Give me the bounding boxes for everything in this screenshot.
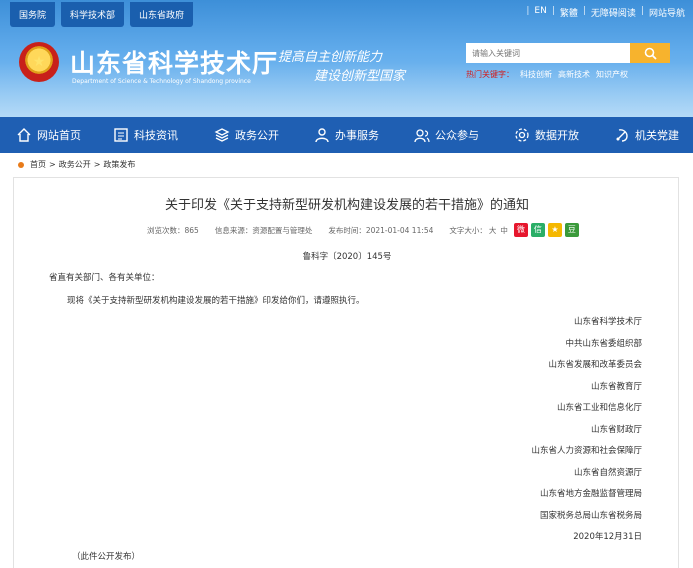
article-body: 现将《关于支持新型研发机构建设发展的若干措施》印发给你们，请遵照执行。 <box>67 296 365 306</box>
qzone-share-icon[interactable]: ★ <box>547 223 562 237</box>
breadcrumb-separator: > <box>93 160 101 169</box>
issuer: 山东省财政厅 <box>590 424 642 435</box>
layers-icon <box>213 127 230 144</box>
nav-item-public[interactable]: 公众参与 <box>413 117 479 153</box>
search-box <box>466 43 670 63</box>
issuer: 山东省自然资源厅 <box>573 467 642 478</box>
weibo-share-icon[interactable]: 微 <box>513 223 528 237</box>
document-number: 鲁科字〔2020〕145号 <box>302 252 392 262</box>
people-icon <box>413 127 430 144</box>
nav-item-party[interactable]: 机关党建 <box>613 117 679 153</box>
national-emblem-icon[interactable]: ★ <box>19 42 59 82</box>
data-icon <box>513 127 530 144</box>
accessibility-link[interactable]: 无障碍阅读 <box>591 6 636 19</box>
hot-keyword[interactable]: 高新技术 <box>558 69 590 80</box>
site-header: 国务院 科学技术部 山东省政府 | EN | 繁體 | 无障碍阅读 | 网站导航… <box>0 0 693 117</box>
hot-keywords: 热门关键字： 科技创新 高新技术 知识产权 <box>466 69 628 80</box>
english-link[interactable]: EN <box>534 6 546 19</box>
search-icon <box>644 47 657 60</box>
issuer: 国家税务总局山东省税务局 <box>539 510 642 521</box>
nav-item-label: 科技资讯 <box>134 129 178 142</box>
main-nav: 网站首页 科技资讯 政务公开 办事服务 公众参与 数据开放 机关党建 <box>0 117 693 153</box>
home-icon <box>15 127 32 144</box>
site-name[interactable]: 山东省科学技术厅 <box>70 44 278 80</box>
nav-item-label: 数据开放 <box>535 129 579 142</box>
publish-note: （此件公开发布） <box>72 552 141 562</box>
issue-date: 2020年12月31日 <box>573 532 642 542</box>
breadcrumb-gov-affairs[interactable]: 政务公开 <box>59 159 91 170</box>
hot-keywords-label: 热门关键字： <box>466 70 514 79</box>
font-size-label: 文字大小： <box>449 225 487 235</box>
views-label: 浏览次数： <box>147 225 185 235</box>
breadcrumb-policy[interactable]: 政策发布 <box>103 159 135 170</box>
share-buttons: 微 信 ★ 豆 <box>513 223 579 237</box>
nav-item-home[interactable]: 网站首页 <box>15 117 81 153</box>
source-info: 信息来源：资源配置与管理处 <box>215 225 313 236</box>
top-links: 国务院 科学技术部 山东省政府 <box>10 2 194 27</box>
font-size-medium-button[interactable]: 中 <box>500 225 508 236</box>
utility-links: | EN | 繁體 | 无障碍阅读 | 网站导航 <box>526 6 685 19</box>
views-count: 865 <box>184 225 199 235</box>
issuer: 山东省地方金融监督管理局 <box>539 489 642 499</box>
user-icon <box>313 127 330 144</box>
time-info: 发布时间：2021-01-04 11:54 <box>328 225 433 236</box>
time-label: 发布时间： <box>328 225 366 235</box>
source-label: 信息来源： <box>214 225 253 235</box>
nav-item-label: 机关党建 <box>635 129 679 142</box>
divider: | <box>640 6 644 16</box>
nav-item-news[interactable]: 科技资讯 <box>112 117 178 153</box>
nav-item-label: 网站首页 <box>37 129 81 142</box>
article-panel: 关于印发《关于支持新型研发机构建设发展的若干措施》的通知 浏览次数：865 信息… <box>13 177 679 568</box>
issuer: 山东省人力资源和社会保障厅 <box>531 446 642 456</box>
source-value: 资源配置与管理处 <box>252 225 313 235</box>
nav-item-gov-affairs[interactable]: 政务公开 <box>213 117 279 153</box>
breadcrumb: 首页 > 政务公开 > 政策发布 <box>18 159 135 170</box>
search-input[interactable] <box>466 43 630 63</box>
nav-item-label: 公众参与 <box>435 129 479 142</box>
wechat-share-icon[interactable]: 信 <box>530 223 545 237</box>
top-link-shandong-gov[interactable]: 山东省政府 <box>130 2 194 27</box>
slogan-line-1: 提高自主创新能力 <box>278 50 383 65</box>
nav-item-open-data[interactable]: 数据开放 <box>513 117 579 153</box>
article-title: 关于印发《关于支持新型研发机构建设发展的若干措施》的通知 <box>164 198 529 213</box>
hot-keyword[interactable]: 知识产权 <box>596 69 628 80</box>
issuer: 山东省发展和改革委员会 <box>548 360 642 370</box>
douban-share-icon[interactable]: 豆 <box>564 223 579 237</box>
nav-item-services[interactable]: 办事服务 <box>313 117 379 153</box>
top-link-state-council[interactable]: 国务院 <box>10 2 56 27</box>
issuer: 中共山东省委组织部 <box>565 338 642 349</box>
search-button[interactable] <box>630 43 670 63</box>
font-size-large-button[interactable]: 大 <box>489 225 497 236</box>
issuer: 山东省教育厅 <box>590 381 642 392</box>
nav-item-label: 办事服务 <box>335 129 379 142</box>
divider: | <box>582 6 586 16</box>
site-name-en: Department of Science & Technology of Sh… <box>72 78 251 85</box>
article-meta: 浏览次数：865 信息来源：资源配置与管理处 发布时间：2021-01-04 1… <box>147 223 595 237</box>
site-map-link[interactable]: 网站导航 <box>649 6 685 19</box>
issuer: 山东省工业和信息化厅 <box>556 403 642 413</box>
hot-keyword[interactable]: 科技创新 <box>520 69 552 80</box>
divider: | <box>551 6 555 16</box>
views-info: 浏览次数：865 <box>147 225 199 236</box>
time-value: 2021-01-04 11:54 <box>365 225 434 235</box>
slogan-line-2: 建设创新型国家 <box>314 69 406 84</box>
breadcrumb-separator: > <box>49 160 56 169</box>
divider: | <box>526 6 530 16</box>
slogan: 提高自主创新能力 建设创新型国家 <box>278 48 405 86</box>
breadcrumb-home[interactable]: 首页 <box>30 159 46 170</box>
nav-item-label: 政务公开 <box>235 129 279 142</box>
breadcrumb-dot-icon <box>18 161 24 168</box>
salutation: 省直有关部门、各有关单位： <box>49 273 160 283</box>
top-link-most[interactable]: 科学技术部 <box>61 2 125 27</box>
issuer-list: 山东省科学技术厅 中共山东省委组织部 山东省发展和改革委员会 山东省教育厅 山东… <box>531 312 642 549</box>
party-icon <box>613 127 630 144</box>
traditional-chinese-link[interactable]: 繁體 <box>560 6 578 19</box>
news-icon <box>112 127 129 144</box>
issuer: 山东省科学技术厅 <box>573 317 642 327</box>
